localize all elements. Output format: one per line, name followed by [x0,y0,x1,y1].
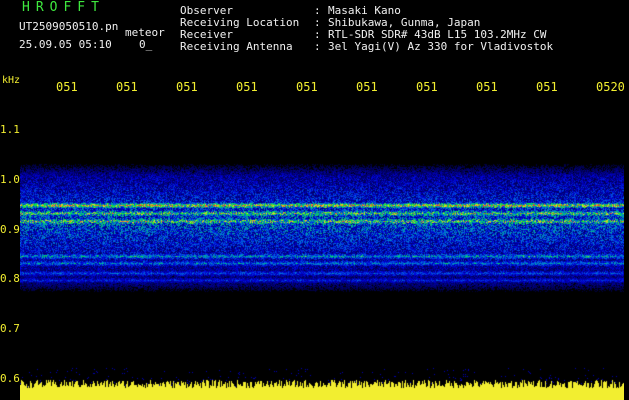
file-name: UT2509050510.pn [19,20,119,33]
capture-datetime-extra: 0_ [139,38,153,51]
x-tick-label: 051 [176,80,198,94]
y-tick-label: 1.0 [0,173,20,186]
y-tick-label: 0.7 [0,322,20,335]
y-tick-label: 0.9 [0,223,20,236]
spectrogram-canvas [20,97,624,400]
y-tick-label: 1.1 [0,123,20,136]
metadata-separators: : : : : [314,5,321,53]
meta-colon: : [314,40,321,53]
metadata-values: Masaki Kano Shibukawa, Gunma, Japan RTL-… [328,5,553,53]
x-tick-label: 051 [236,80,258,94]
meta-label-antenna: Receiving Antenna [180,40,293,53]
app-logo: HROFFT [22,0,105,15]
x-tick-label: 051 [536,80,558,94]
x-tick-label: 051 [476,80,498,94]
y-tick-label: 0.8 [0,272,20,285]
x-tick-label: 0520 [596,80,625,94]
x-tick-label: 051 [56,80,78,94]
hrofft-screen: HROFFT UT2509050510.pn meteor 25.09.05 0… [0,0,629,400]
meta-value-antenna: 3el Yagi(V) Az 330 for Vladivostok [328,40,554,53]
x-tick-label: 051 [356,80,378,94]
x-tick-label: 051 [296,80,318,94]
x-tick-label: 051 [116,80,138,94]
x-tick-label: 051 [416,80,438,94]
y-tick-label: 0.6 [0,372,20,385]
capture-datetime: 25.09.05 05:10 [19,38,112,51]
y-axis-unit: kHz [2,75,21,86]
metadata-labels: Observer Receiving Location Receiver Rec… [180,5,299,53]
